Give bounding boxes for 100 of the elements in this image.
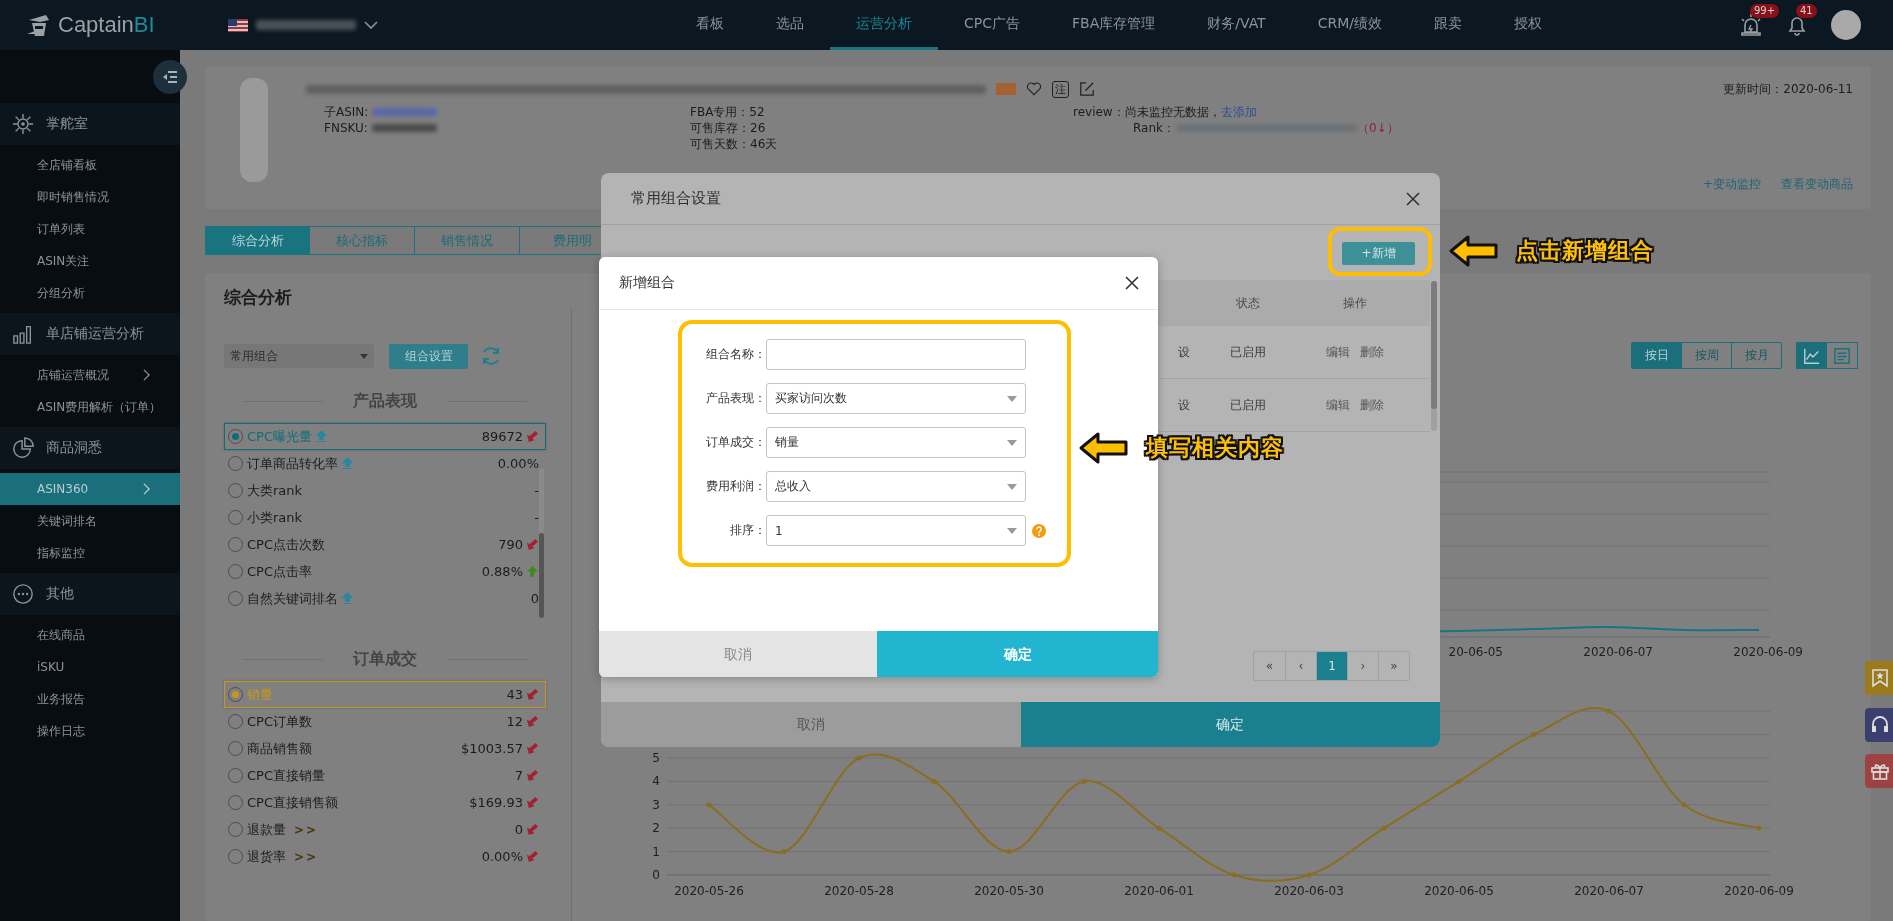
metric-name: CPC直接销售额 — [247, 793, 338, 812]
nav-tab[interactable]: 看板 — [670, 0, 750, 50]
dropdown-field[interactable]: 总收入 — [766, 471, 1026, 502]
sidebar-item[interactable]: 业务报告 — [0, 683, 180, 715]
sidebar-item[interactable]: 指标监控 — [0, 537, 180, 569]
metric-row[interactable]: 小类rank - — [224, 504, 546, 531]
panel-title: 综合分析 — [224, 287, 293, 307]
heart-icon[interactable] — [1026, 81, 1042, 97]
metric-row[interactable]: CPC点击次数 790 — [224, 531, 546, 558]
nav-tab[interactable]: 运营分析 — [830, 0, 938, 50]
sidebar-item[interactable]: ASIN关注 — [0, 245, 180, 277]
cancel-button[interactable]: 取消 — [599, 631, 877, 677]
gift-button[interactable] — [1865, 754, 1893, 788]
axis-label: 4 — [652, 774, 660, 789]
confirm-button[interactable]: 确定 — [1020, 702, 1440, 747]
metric-row[interactable]: 退货率 >> 0.00% — [224, 843, 546, 870]
sidebar-group-title[interactable]: 其他 — [46, 585, 74, 603]
avatar-icon[interactable] — [1831, 10, 1861, 40]
metric-row[interactable]: CPC点击率 0.88% — [224, 558, 546, 585]
last-page-button[interactable]: » — [1378, 652, 1409, 680]
support-button[interactable] — [1865, 708, 1893, 742]
notification-badge: 41 — [1796, 4, 1817, 18]
stock-info: 可售天数：46天 — [690, 136, 779, 152]
metric-row[interactable]: 大类rank - — [224, 477, 546, 504]
name-input-field[interactable] — [766, 339, 1026, 370]
action-link[interactable]: 删除 — [1360, 396, 1384, 414]
axis-label: 2020-05-30 — [974, 884, 1044, 898]
sidebar-item[interactable]: iSKU — [0, 651, 180, 683]
field-label: FNSKU: — [324, 120, 368, 136]
metric-name: 退款量 — [247, 820, 286, 839]
data-point — [1531, 732, 1537, 738]
sidebar-item[interactable]: 全店铺看板 — [0, 149, 180, 181]
combo-settings-button[interactable]: 组合设置 — [389, 343, 468, 369]
siren-icon[interactable] — [1739, 13, 1763, 37]
caret-icon — [1007, 395, 1017, 402]
metric-row[interactable]: 订单商品转化率 0.00% — [224, 450, 546, 477]
metric-row[interactable]: CPC直接销量 7 — [224, 762, 546, 789]
more-text[interactable]: >> — [294, 822, 319, 837]
confirm-button[interactable]: 确定 — [877, 631, 1158, 677]
sidebar-item[interactable]: 关键词排名 — [0, 505, 180, 537]
bookmark-button[interactable] — [1865, 661, 1893, 695]
logo-text: CaptainBI — [58, 12, 155, 38]
nav-tab[interactable]: CPC广告 — [938, 0, 1046, 50]
nav-tab[interactable]: 财务/VAT — [1181, 0, 1292, 50]
close-icon[interactable] — [1125, 276, 1139, 290]
edit-icon[interactable] — [1079, 81, 1095, 97]
action-link[interactable]: 编辑 — [1326, 343, 1350, 361]
combo-select[interactable]: 常用组合 — [224, 344, 374, 368]
metric-row[interactable]: CPC直接销售额 $169.93 — [224, 789, 546, 816]
sidebar-item[interactable]: ASIN费用解析（订单） — [0, 391, 180, 423]
metric-row[interactable]: 自然关键词排名 0 — [224, 585, 546, 612]
tab[interactable]: 综合分析 — [205, 226, 310, 255]
metric-name: 小类rank — [247, 508, 303, 527]
metric-name: CPC点击率 — [247, 562, 312, 581]
chevron-down-icon[interactable] — [364, 21, 378, 29]
first-page-button[interactable]: « — [1254, 652, 1285, 680]
nav-tab[interactable]: CRM/绩效 — [1291, 0, 1408, 50]
sidebar-item[interactable]: 即时销售情况 — [0, 181, 180, 213]
column-header: 操作 — [1342, 294, 1368, 312]
nav-tab[interactable]: FBA库存管理 — [1046, 0, 1182, 50]
sidebar-group-title[interactable]: 掌舵室 — [46, 115, 88, 133]
metric-row[interactable]: 销量 43 — [224, 681, 546, 708]
metric-value: - — [534, 510, 539, 525]
dropdown-field[interactable]: 销量 — [766, 427, 1026, 458]
action-link[interactable]: 编辑 — [1326, 396, 1350, 414]
granularity-tab[interactable]: 按日 — [1632, 343, 1681, 368]
nav-tab[interactable]: 跟卖 — [1408, 0, 1488, 50]
dropdown-field[interactable]: 买家访问次数 — [766, 383, 1026, 414]
add-button[interactable]: +新增 — [1342, 242, 1415, 265]
data-point — [1231, 872, 1237, 878]
sidebar-item[interactable]: 分组分析 — [0, 277, 180, 309]
sidebar-item[interactable]: ASIN360 — [0, 473, 180, 505]
flag-icon — [228, 18, 248, 32]
nav-tab[interactable]: 选品 — [750, 0, 830, 50]
close-icon[interactable] — [1406, 191, 1420, 206]
refresh-icon[interactable] — [480, 345, 502, 367]
metric-row[interactable]: CPC订单数 12 — [224, 708, 546, 735]
axis-label: 2020-06-07 — [1574, 884, 1644, 898]
metric-row[interactable]: 退款量 >> 0 — [224, 816, 546, 843]
more-text[interactable]: >> — [294, 849, 319, 864]
flag-tag-icon — [996, 83, 1016, 95]
help-icon[interactable] — [1032, 523, 1046, 538]
dropdown-field[interactable]: 1 — [766, 515, 1026, 546]
sidebar-item[interactable]: 店铺运营概况 — [0, 359, 180, 391]
sidebar-item[interactable]: 订单列表 — [0, 213, 180, 245]
action-link[interactable]: 删除 — [1360, 343, 1384, 361]
sidebar-group-title[interactable]: 商品洞悉 — [46, 439, 102, 457]
field-label: 排序： — [729, 522, 766, 539]
cancel-button[interactable]: 取消 — [601, 702, 1021, 747]
nav-tab[interactable]: 授权 — [1488, 0, 1568, 50]
sidebar-item[interactable]: 操作日志 — [0, 715, 180, 747]
sidebar-item[interactable]: 在线商品 — [0, 619, 180, 651]
metric-row[interactable]: 商品销售额 $1003.57 — [224, 735, 546, 762]
page-button[interactable]: 1 — [1316, 652, 1347, 680]
next-page-button[interactable]: › — [1347, 652, 1378, 680]
metric-row[interactable]: CPC曝光量 89672 — [224, 423, 546, 450]
metric-value: 0.88% — [481, 564, 523, 579]
data-point — [781, 849, 787, 855]
note-button[interactable]: 注 — [1052, 80, 1069, 98]
line-chart-button[interactable] — [1797, 343, 1827, 368]
